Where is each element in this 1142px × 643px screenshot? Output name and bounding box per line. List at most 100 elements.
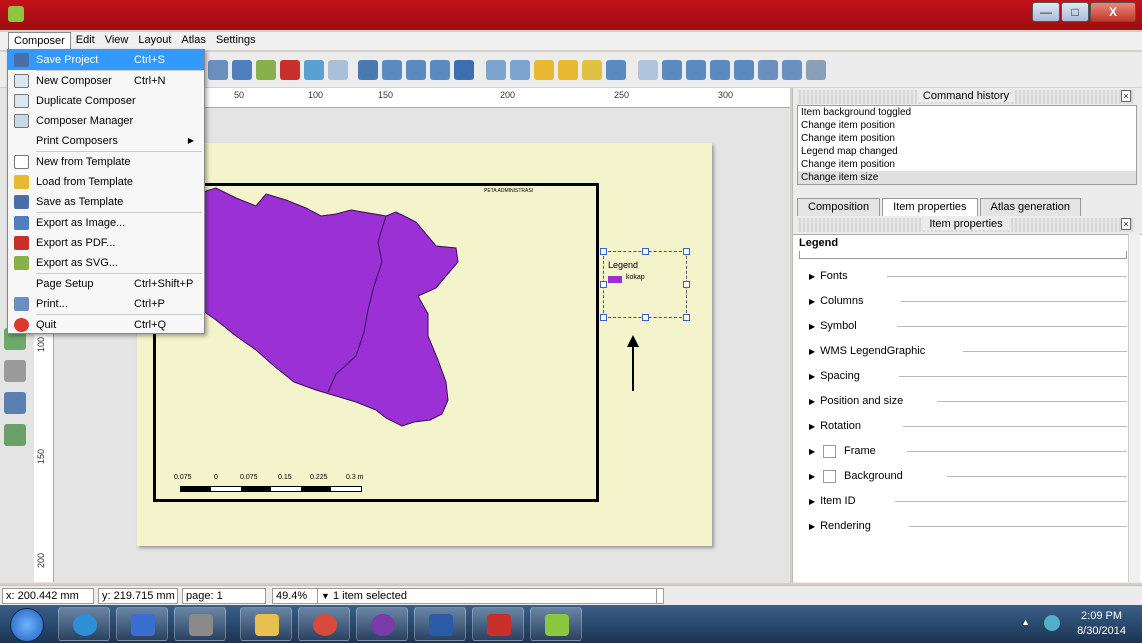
history-item[interactable]: Change item size (798, 171, 1136, 184)
zoom-full-icon[interactable] (358, 60, 378, 80)
group-item-id[interactable]: ▶ Item ID (809, 494, 1127, 508)
add-table-icon[interactable] (4, 392, 26, 414)
zoom-in-icon[interactable] (406, 60, 426, 80)
last-feature-icon[interactable] (734, 60, 754, 80)
group-columns[interactable]: ▶ Columns (809, 294, 1127, 308)
menu-item-export-image[interactable]: Export as Image... (8, 213, 204, 233)
taskbar-word[interactable] (414, 607, 466, 641)
history-item[interactable]: Item background toggled (798, 106, 1136, 119)
print-icon[interactable] (208, 60, 228, 80)
menu-composer[interactable]: Composer (8, 32, 71, 50)
menu-item-print[interactable]: Print... Ctrl+P (8, 294, 204, 314)
ungroup-icon[interactable] (510, 60, 530, 80)
group-background[interactable]: ▶ Background (809, 469, 1127, 483)
taskbar-media-player[interactable] (116, 607, 168, 641)
menu-item-save-as-template[interactable]: Save as Template (8, 192, 204, 212)
tab-item-properties[interactable]: Item properties (882, 198, 978, 216)
raise-icon[interactable] (582, 60, 602, 80)
group-wms-legend-graphic[interactable]: ▶ WMS LegendGraphic (809, 344, 1127, 358)
previous-feature-icon[interactable] (686, 60, 706, 80)
taskbar-chrome[interactable] (298, 607, 350, 641)
close-button[interactable]: X (1090, 2, 1136, 22)
menu-item-duplicate-composer[interactable]: Duplicate Composer (8, 91, 204, 111)
export-svg-icon[interactable] (256, 60, 276, 80)
export-image-icon[interactable] (232, 60, 252, 80)
group-fonts[interactable]: ▶ Fonts (809, 269, 1127, 283)
tray-expand-icon[interactable]: ▲ (1021, 617, 1030, 627)
menu-item-quit[interactable]: Quit Ctrl+Q (8, 315, 204, 335)
resize-handle[interactable] (600, 314, 607, 321)
menu-item-new-composer[interactable]: New Composer Ctrl+N (8, 71, 204, 91)
menu-item-export-pdf[interactable]: Export as PDF... (8, 233, 204, 253)
chevron-down-icon[interactable]: ▼ (321, 591, 330, 601)
resize-handle[interactable] (683, 314, 690, 321)
menu-view[interactable]: View (100, 32, 134, 50)
properties-scrollbar[interactable] (1128, 234, 1140, 582)
add-html-icon[interactable] (4, 424, 26, 446)
command-history-list[interactable]: Item background toggled Change item posi… (797, 105, 1137, 185)
refresh-icon[interactable] (454, 60, 474, 80)
menu-layout[interactable]: Layout (133, 32, 176, 50)
menu-item-new-from-template[interactable]: New from Template (8, 152, 204, 172)
taskbar-messenger[interactable] (356, 607, 408, 641)
first-feature-icon[interactable] (662, 60, 682, 80)
atlas-settings-icon[interactable] (638, 60, 658, 80)
group-frame[interactable]: ▶ Frame (809, 444, 1127, 458)
menu-item-print-composers[interactable]: Print Composers ▶ (8, 131, 204, 151)
scale-bar[interactable]: 0.075 0 0.075 0.15 0.225 0.3 m (174, 474, 394, 498)
group-spacing[interactable]: ▶ Spacing (809, 369, 1127, 383)
menu-item-page-setup[interactable]: Page Setup Ctrl+Shift+P (8, 274, 204, 294)
atlas-preview-icon[interactable] (806, 60, 826, 80)
lock-icon[interactable] (534, 60, 554, 80)
next-feature-icon[interactable] (710, 60, 730, 80)
taskbar-ie[interactable] (58, 607, 110, 641)
menu-item-composer-manager[interactable]: Composer Manager (8, 111, 204, 131)
zoom-out-icon[interactable] (430, 60, 450, 80)
zoom-actual-icon[interactable] (382, 60, 402, 80)
background-checkbox[interactable] (823, 469, 836, 483)
menu-settings[interactable]: Settings (211, 32, 261, 50)
export-atlas-icon[interactable] (782, 60, 802, 80)
resize-handle[interactable] (642, 248, 649, 255)
tab-atlas-generation[interactable]: Atlas generation (979, 198, 1082, 216)
menu-edit[interactable]: Edit (71, 32, 100, 50)
align-icon[interactable] (606, 60, 626, 80)
taskbar-explorer[interactable] (240, 607, 292, 641)
export-pdf-icon[interactable] (280, 60, 300, 80)
menu-item-save-project[interactable]: Save Project Ctrl+S (8, 50, 204, 70)
close-panel-icon[interactable]: × (1121, 218, 1131, 230)
group-rendering[interactable]: ▶ Rendering (809, 519, 1127, 533)
history-item[interactable]: Change item position (798, 158, 1136, 171)
taskbar-qgis[interactable] (530, 607, 582, 641)
start-button-icon[interactable] (10, 608, 44, 642)
history-item[interactable]: Change item position (798, 119, 1136, 132)
resize-handle[interactable] (600, 248, 607, 255)
print-atlas-icon[interactable] (758, 60, 778, 80)
unlock-icon[interactable] (558, 60, 578, 80)
group-symbol[interactable]: ▶ Symbol (809, 319, 1127, 333)
history-item[interactable]: Legend map changed (798, 145, 1136, 158)
maximize-button[interactable]: □ (1061, 2, 1089, 22)
group-position-and-size[interactable]: ▶ Position and size (809, 394, 1127, 408)
map-item[interactable]: PETA ADMINISTRASI 0.075 0 0.075 0.15 0.2… (153, 183, 599, 502)
zoom-combobox[interactable]: 49.4% (272, 588, 318, 604)
resize-handle[interactable] (683, 248, 690, 255)
clock[interactable]: 2:09 PM 8/30/2014 (1077, 609, 1126, 639)
north-arrow-icon[interactable] (623, 333, 643, 393)
close-panel-icon[interactable]: × (1121, 90, 1131, 102)
legend-item[interactable]: Legend kokap (600, 248, 690, 321)
network-icon[interactable] (1044, 615, 1060, 631)
group-icon[interactable] (486, 60, 506, 80)
composition-page[interactable]: PETA ADMINISTRASI 0.075 0 0.075 0.15 0.2… (137, 143, 712, 546)
minimize-button[interactable]: — (1032, 2, 1060, 22)
resize-handle[interactable] (642, 314, 649, 321)
group-rotation[interactable]: ▶ Rotation (809, 419, 1127, 433)
history-item[interactable]: Change item position (798, 132, 1136, 145)
menu-item-export-svg[interactable]: Export as SVG... (8, 253, 204, 273)
add-arrow-icon[interactable] (4, 360, 26, 382)
resize-handle[interactable] (683, 281, 690, 288)
taskbar-acrobat[interactable] (472, 607, 524, 641)
frame-checkbox[interactable] (823, 444, 836, 458)
redo-icon[interactable] (328, 60, 348, 80)
menu-atlas[interactable]: Atlas (176, 32, 210, 50)
